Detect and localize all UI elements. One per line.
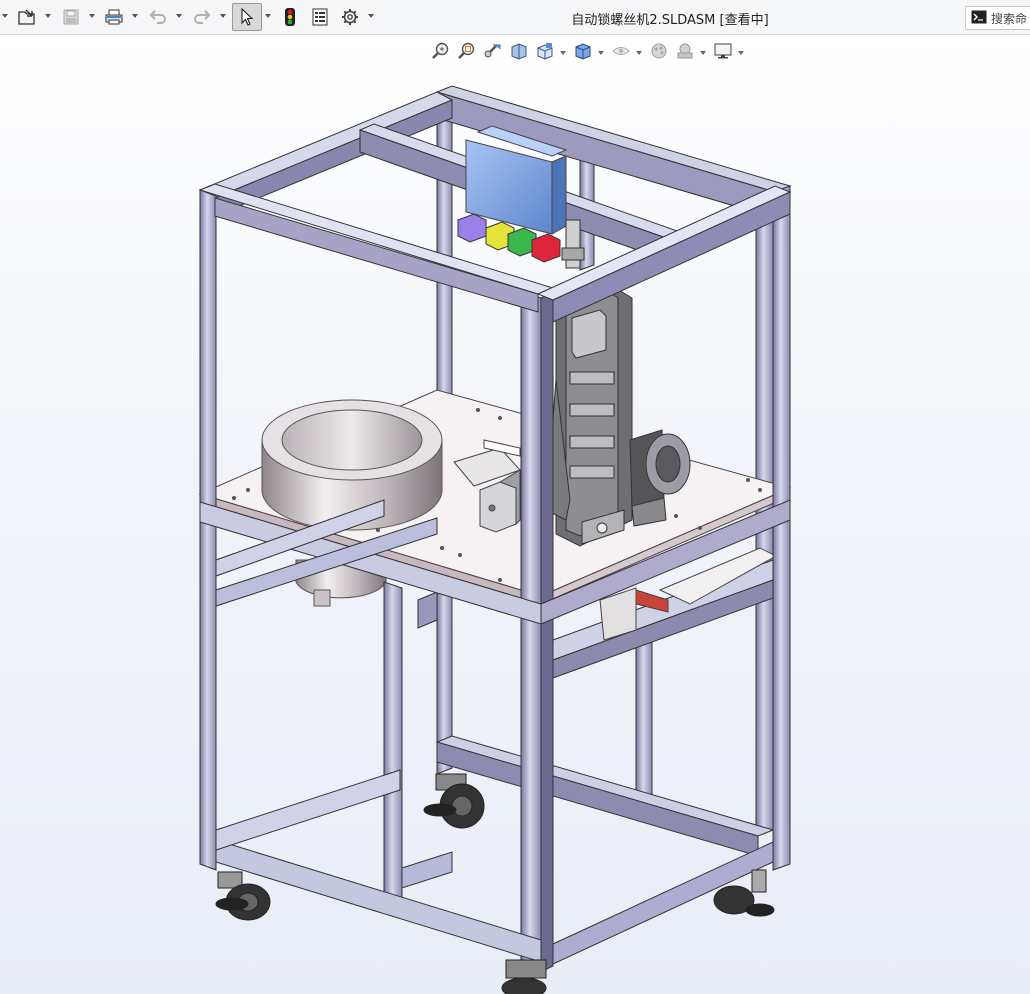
rebuild-traffic-light-icon [284, 7, 296, 27]
caster-left [215, 871, 271, 921]
print-icon [104, 8, 124, 26]
options-caret-icon[interactable] [368, 14, 374, 18]
redo-icon [193, 9, 211, 25]
caster-front [501, 959, 547, 994]
options-gear-icon [341, 8, 359, 26]
file-properties-button[interactable] [308, 4, 332, 30]
document-title: 自动锁螺丝机2.SLDASM [查看中] [571, 13, 769, 28]
select-cursor-icon [240, 8, 254, 26]
screw-locking-machine-model[interactable] [0, 35, 1030, 994]
undo-button[interactable] [145, 4, 171, 30]
terminal-icon [971, 9, 987, 28]
select-button[interactable] [232, 3, 262, 31]
undo-icon [149, 9, 167, 25]
menu-caret-icon[interactable] [2, 14, 8, 18]
open-caret-icon[interactable] [45, 14, 51, 18]
save-icon [62, 8, 80, 26]
open-icon [17, 8, 37, 26]
save-caret-icon[interactable] [89, 14, 95, 18]
search-label: 搜索命 [991, 11, 1028, 26]
undo-caret-icon[interactable] [176, 14, 182, 18]
redo-caret-icon[interactable] [220, 14, 226, 18]
redo-button[interactable] [189, 4, 215, 30]
select-caret-icon[interactable] [265, 14, 271, 18]
graphics-area[interactable] [0, 35, 1030, 994]
search-commands-input[interactable]: 搜索命 [965, 6, 1030, 30]
open-button[interactable] [14, 4, 40, 30]
title-bar: 自动锁螺丝机2.SLDASM [查看中] 搜索命 [0, 0, 1030, 35]
print-button[interactable] [101, 4, 127, 30]
print-caret-icon[interactable] [132, 14, 138, 18]
rebuild-button[interactable] [279, 4, 301, 30]
caster-back [423, 773, 485, 829]
save-button[interactable] [58, 4, 84, 30]
options-button[interactable] [338, 4, 362, 30]
file-properties-icon [311, 8, 329, 26]
